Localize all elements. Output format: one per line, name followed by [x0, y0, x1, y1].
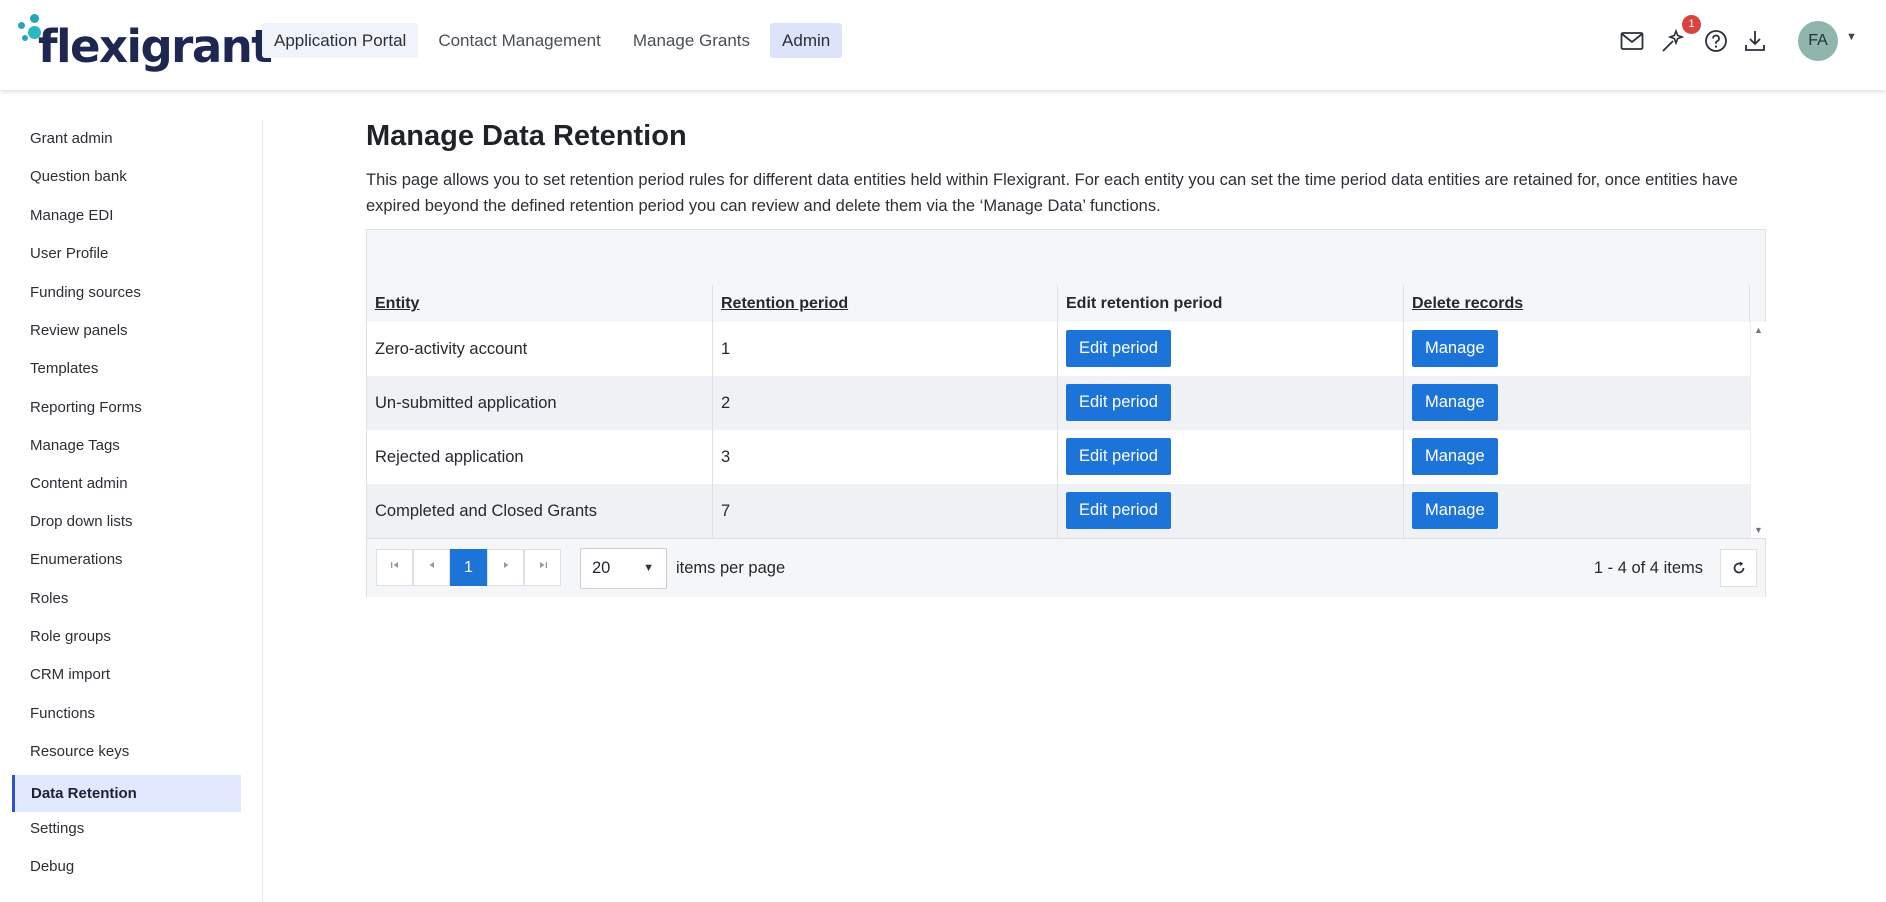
last-page-icon — [539, 562, 547, 568]
download-icon[interactable] — [1740, 24, 1770, 58]
scroll-down-arrow-icon[interactable]: ▼ — [1754, 525, 1763, 535]
cell-delete: Manage — [1404, 484, 1750, 538]
mail-icon[interactable] — [1617, 24, 1647, 58]
column-header-retention-period[interactable]: Retention period — [713, 285, 1058, 322]
grid-header-scroll-corner — [1750, 285, 1765, 323]
sidebar-item-debug[interactable]: Debug — [12, 848, 241, 885]
cell-retention-period: 2 — [713, 376, 1058, 430]
cell-retention-period: 7 — [713, 484, 1058, 538]
edit-period-button[interactable]: Edit period — [1066, 330, 1171, 367]
scroll-up-arrow-icon[interactable]: ▲ — [1754, 325, 1763, 335]
nav-contact-management[interactable]: Contact Management — [426, 23, 613, 58]
logo-wordmark: flexigrant — [38, 20, 273, 73]
edit-period-button[interactable]: Edit period — [1066, 492, 1171, 529]
cell-edit: Edit period — [1058, 430, 1404, 484]
cell-entity: Rejected application — [367, 430, 713, 484]
previous-page-button[interactable] — [413, 549, 450, 586]
page-size-value: 20 — [592, 559, 611, 577]
column-header-delete-records[interactable]: Delete records — [1404, 285, 1750, 322]
edit-period-button[interactable]: Edit period — [1066, 384, 1171, 421]
pager-info: 1 - 4 of 4 items — [1593, 559, 1703, 577]
table-row: Completed and Closed Grants 7 Edit perio… — [367, 484, 1750, 538]
column-header-label: Retention period — [721, 295, 849, 312]
table-row: Rejected application 3 Edit period Manag… — [367, 430, 1750, 484]
manage-button[interactable]: Manage — [1412, 330, 1498, 367]
grid-toolbar — [367, 230, 1765, 286]
page-number-button[interactable]: 1 — [450, 549, 487, 586]
sidebar-item-resource-keys[interactable]: Resource keys — [12, 733, 241, 770]
last-page-button[interactable] — [524, 549, 561, 586]
sidebar-item-question-bank[interactable]: Question bank — [12, 158, 241, 195]
data-retention-grid: Entity Retention period Edit retention p… — [366, 229, 1766, 597]
cell-entity: Completed and Closed Grants — [367, 484, 713, 538]
manage-button[interactable]: Manage — [1412, 492, 1498, 529]
items-per-page-label: items per page — [676, 559, 786, 577]
cell-retention-period: 3 — [713, 430, 1058, 484]
sidebar-item-manage-tags[interactable]: Manage Tags — [12, 427, 241, 464]
cell-entity: Un-submitted application — [367, 376, 713, 430]
chevron-down-icon[interactable]: ▼ — [1846, 31, 1857, 43]
grid-header-row: Entity Retention period Edit retention p… — [367, 285, 1750, 323]
sidebar-item-manage-edi[interactable]: Manage EDI — [12, 197, 241, 234]
admin-sidebar: Grant admin Question bank Manage EDI Use… — [0, 120, 263, 902]
logo-dot — [22, 35, 28, 41]
refresh-button[interactable] — [1720, 549, 1757, 587]
sidebar-item-content-admin[interactable]: Content admin — [12, 465, 241, 502]
cell-edit: Edit period — [1058, 322, 1404, 376]
table-row: Un-submitted application 2 Edit period M… — [367, 376, 1750, 430]
cell-entity: Zero-activity account — [367, 322, 713, 376]
sidebar-item-roles[interactable]: Roles — [12, 580, 241, 617]
sidebar-item-data-retention[interactable]: Data Retention — [12, 775, 241, 812]
first-page-icon — [390, 562, 398, 568]
grid-body: Zero-activity account 1 Edit period Mana… — [367, 322, 1750, 538]
top-header: flexigrant Application Portal Contact Ma… — [0, 0, 1886, 90]
cell-edit: Edit period — [1058, 484, 1404, 538]
sidebar-item-enumerations[interactable]: Enumerations — [12, 541, 241, 578]
sidebar-item-reporting-forms[interactable]: Reporting Forms — [12, 389, 241, 426]
sidebar-item-crm-import[interactable]: CRM import — [12, 656, 241, 693]
column-header-label: Entity — [375, 295, 420, 312]
page-size-select[interactable]: 20 ▼ — [580, 548, 667, 589]
refresh-icon — [1733, 561, 1744, 574]
edit-period-button[interactable]: Edit period — [1066, 438, 1171, 475]
column-header-entity[interactable]: Entity — [367, 285, 713, 322]
manage-button[interactable]: Manage — [1412, 438, 1498, 475]
sidebar-item-user-profile[interactable]: User Profile — [12, 235, 241, 272]
first-page-button[interactable] — [376, 549, 413, 586]
sidebar-item-role-groups[interactable]: Role groups — [12, 618, 241, 655]
sidebar-item-funding-sources[interactable]: Funding sources — [12, 274, 241, 311]
column-header-label: Delete records — [1412, 295, 1524, 312]
grid-vertical-scrollbar[interactable]: ▲ ▼ — [1750, 322, 1766, 538]
cell-delete: Manage — [1404, 376, 1750, 430]
cell-retention-period: 1 — [713, 322, 1058, 376]
sidebar-item-settings[interactable]: Settings — [12, 810, 241, 847]
page-description: This page allows you to set retention pe… — [366, 171, 1738, 215]
caret-down-icon: ▼ — [643, 562, 654, 574]
sidebar-item-drop-down-lists[interactable]: Drop down lists — [12, 503, 241, 540]
next-page-button[interactable] — [487, 549, 524, 586]
table-row: Zero-activity account 1 Edit period Mana… — [367, 322, 1750, 376]
sidebar-item-functions[interactable]: Functions — [12, 695, 241, 732]
next-page-icon — [503, 562, 508, 568]
user-avatar[interactable]: FA — [1798, 21, 1838, 61]
logo-dot — [18, 22, 25, 29]
grid-pager: 1 20 ▼ items per page 1 - 4 of 4 items — [367, 538, 1765, 597]
sidebar-item-grant-admin[interactable]: Grant admin — [12, 120, 241, 157]
cell-edit: Edit period — [1058, 376, 1404, 430]
page-title: Manage Data Retention — [366, 120, 687, 152]
sidebar-item-review-panels[interactable]: Review panels — [12, 312, 241, 349]
cell-delete: Manage — [1404, 430, 1750, 484]
cell-delete: Manage — [1404, 322, 1750, 376]
notification-badge: 1 — [1682, 15, 1701, 34]
top-navigation: Application Portal Contact Management Ma… — [262, 23, 843, 58]
nav-admin[interactable]: Admin — [770, 23, 843, 58]
nav-application-portal[interactable]: Application Portal — [262, 23, 419, 58]
manage-button[interactable]: Manage — [1412, 384, 1498, 421]
column-header-edit-retention-period: Edit retention period — [1058, 285, 1404, 322]
nav-manage-grants[interactable]: Manage Grants — [621, 23, 762, 58]
previous-page-icon — [429, 562, 434, 568]
flexigrant-logo[interactable]: flexigrant — [18, 8, 273, 78]
sidebar-item-templates[interactable]: Templates — [12, 350, 241, 387]
help-icon[interactable] — [1701, 24, 1731, 58]
